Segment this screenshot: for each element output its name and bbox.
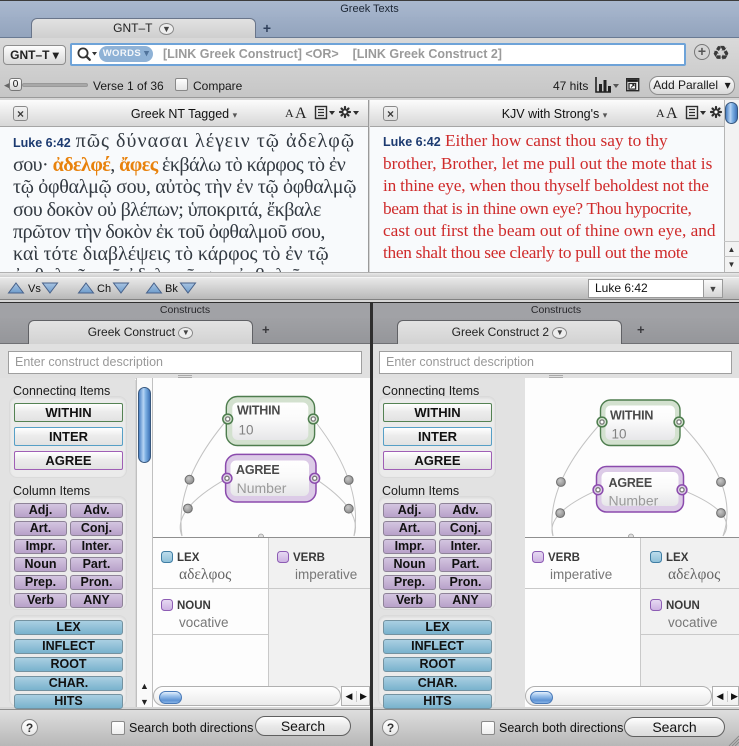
svg-text:AGREE: AGREE xyxy=(236,463,279,477)
svg-text:10: 10 xyxy=(239,423,254,438)
svg-text:Vs: Vs xyxy=(28,283,41,295)
svg-text:A: A xyxy=(656,106,665,120)
svg-text:Number: Number xyxy=(237,480,287,496)
svg-text:Bk: Bk xyxy=(165,283,178,295)
svg-text:A: A xyxy=(295,105,307,122)
svg-text:AGREE: AGREE xyxy=(609,476,652,490)
svg-text:A: A xyxy=(666,105,678,122)
svg-text:WITHIN: WITHIN xyxy=(237,404,280,418)
svg-text:Ch: Ch xyxy=(97,283,111,295)
svg-text:Number: Number xyxy=(609,492,659,508)
svg-text:10: 10 xyxy=(612,427,627,442)
svg-text:WITHIN: WITHIN xyxy=(610,409,653,423)
svg-text:A: A xyxy=(285,106,294,120)
